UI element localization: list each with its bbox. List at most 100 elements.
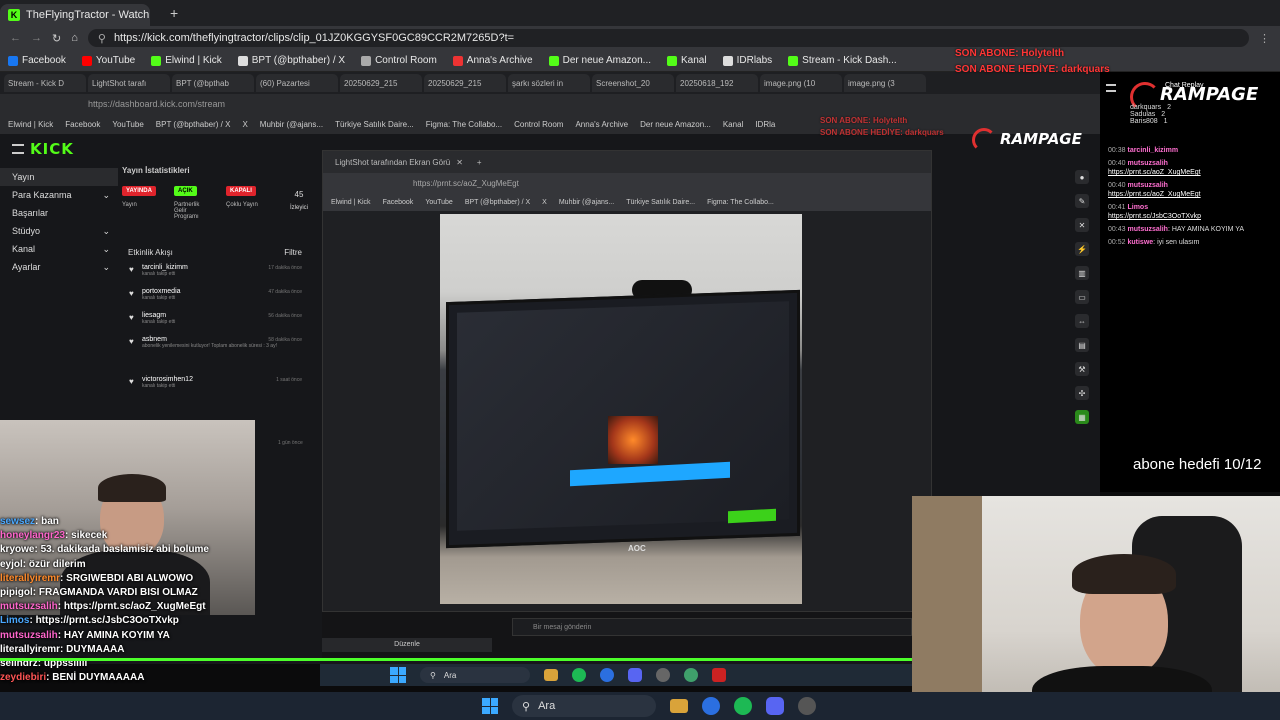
lightshot-bookmark-item[interactable]: BPT (@bpthaber) / X [465,199,530,206]
inner-bookmark-item[interactable]: Facebook [65,120,100,129]
inner-bookmark-item[interactable]: Elwind | Kick [8,120,53,129]
inner-bookmark-item[interactable]: Figma: The Collabo... [426,120,502,129]
lightshot-bookmark-item[interactable]: Muhbir (@ajans... [559,199,614,206]
bookmark-item[interactable]: Stream - Kick Dash... [788,55,897,66]
sidebar-item-başarılar[interactable]: Başarılar [0,204,118,222]
lightshot-tab[interactable]: LightShot tarafından Ekran Görü ✕ + [323,151,931,173]
site-info-icon[interactable]: ⚲ [98,32,106,45]
chat-link[interactable]: https://prnt.sc/JsbC3OoTXvkp [1108,213,1201,220]
inner-bookmark-item[interactable]: IDRla [755,120,775,129]
chat-menu-icon[interactable] [1106,84,1116,92]
chat-input[interactable]: Bir mesaj gönderin [512,618,912,636]
browser-tab-active[interactable]: K TheFlyingTractor - Watch clips o ✕ [0,4,150,26]
back-icon[interactable]: ← [10,32,21,44]
layout-icon[interactable]: ▤ [1075,338,1089,352]
settings-icon[interactable] [656,668,670,682]
inner-bookmark-item[interactable]: Türkiye Satılık Daire... [335,120,414,129]
inner-browser-tab[interactable]: şarkı sözleri in [508,74,590,92]
close-tab-icon[interactable]: ✕ [456,158,463,167]
chat-username[interactable]: tarcinli_kizimm [1127,147,1178,154]
sidebar-item-yayın[interactable]: Yayın [0,168,118,186]
chat-icon[interactable]: ▭ [1075,290,1089,304]
bookmark-item[interactable]: Facebook [8,55,66,66]
bookmark-item[interactable]: BPT (@bpthaber) / X [237,55,345,66]
inner-bookmark-item[interactable]: BPT (@bpthaber) / X [156,120,231,129]
sidebar-item-kanal[interactable]: Kanal ⌄ [0,240,118,258]
menu-icon[interactable] [12,144,24,154]
bookmark-item[interactable]: YouTube [81,55,135,66]
forward-icon[interactable]: → [31,32,42,44]
url-field[interactable]: ⚲ https://kick.com/theflyingtractor/clip… [87,29,1249,47]
discord-icon[interactable] [628,668,642,682]
wrench-icon[interactable]: ⚒ [1075,362,1089,376]
info-icon[interactable]: ● [1075,170,1089,184]
lightshot-bookmark-item[interactable]: YouTube [425,199,453,206]
file-explorer-icon[interactable] [670,699,688,713]
split-icon[interactable]: ⇔ [1075,314,1089,328]
chat-username[interactable]: kutiswe [1127,239,1153,246]
inner-bookmark-item[interactable]: YouTube [112,120,143,129]
chat-link[interactable]: https://prnt.sc/aoZ_XugMeEgt [1108,169,1201,176]
edit-icon[interactable]: ✎ [1075,194,1089,208]
inner-taskbar-search[interactable]: ⚲ Ara [420,667,530,683]
chat-username[interactable]: mutsuzsalih [1127,160,1167,167]
chat-username[interactable]: mutsuzsalih [1127,226,1167,233]
bookmark-item[interactable]: Anna's Archive [452,55,533,66]
inner-browser-tab[interactable]: Stream - Kick D [4,74,86,92]
bolt-icon[interactable]: ⚡ [1075,242,1089,256]
bookmark-item[interactable]: Kanal [667,55,707,66]
new-tab-button[interactable]: + [477,158,482,167]
spotify-icon[interactable] [572,668,586,682]
sidebar-item-stüdyo[interactable]: Stüdyo ⌄ [0,222,118,240]
inner-browser-tab[interactable]: BPT (@bpthab [172,74,254,92]
home-icon[interactable]: ⌂ [71,32,78,44]
inner-bookmark-item[interactable]: Muhbir (@ajans... [260,120,323,129]
app-icon[interactable] [684,668,698,682]
record-icon[interactable] [712,668,726,682]
inner-bookmark-item[interactable]: X [242,120,247,129]
sidebar-item-para-kazanma[interactable]: Para Kazanma ⌄ [0,186,118,204]
edit-button[interactable]: Düzenle [322,638,492,652]
file-explorer-icon[interactable] [544,669,558,681]
chat-username[interactable]: Limos [1127,204,1148,211]
lightshot-bookmark-item[interactable]: Elwind | Kick [331,199,371,206]
inner-browser-tab[interactable]: Screenshot_20 [592,74,674,92]
bookmark-item[interactable]: IDRlabs [722,55,772,66]
inner-browser-tab[interactable]: image.png (10 [760,74,842,92]
inner-bookmark-item[interactable]: Control Room [514,120,563,129]
inner-browser-tab[interactable]: LightShot tarafı [88,74,170,92]
reload-icon[interactable]: ↻ [52,32,61,45]
feed-filter-button[interactable]: Filtre [284,248,302,257]
windows-start-icon[interactable] [390,667,406,683]
close-icon[interactable]: ✕ [1075,218,1089,232]
settings-icon[interactable] [798,697,816,715]
inner-browser-tab[interactable]: 20250629_215 [340,74,422,92]
bookmark-item[interactable]: Elwind | Kick [151,55,222,66]
inner-bookmark-item[interactable]: Anna's Archive [575,120,628,129]
trash-icon[interactable]: ▥ [1075,266,1089,280]
puzzle-icon[interactable]: ✣ [1075,386,1089,400]
chrome-icon[interactable] [702,697,720,715]
discord-icon[interactable] [766,697,784,715]
inner-browser-tab[interactable]: 20250629_215 [424,74,506,92]
bookmark-item[interactable]: Der neue Amazon... [548,55,651,66]
lightshot-bookmark-item[interactable]: Türkiye Satılık Daire... [626,199,695,206]
spotify-icon[interactable] [734,697,752,715]
inner-browser-tab[interactable]: 20250618_192 [676,74,758,92]
lightshot-bookmark-item[interactable]: Facebook [383,199,414,206]
sidebar-item-ayarlar[interactable]: Ayarlar ⌄ [0,258,118,276]
inner-browser-tab[interactable]: (60) Pazartesi [256,74,338,92]
extensions-icon[interactable]: ⋮ [1259,32,1270,45]
chat-link[interactable]: https://prnt.sc/aoZ_XugMeEgt [1108,191,1201,198]
lightshot-bookmark-item[interactable]: X [542,199,547,206]
new-tab-button[interactable]: + [170,5,178,21]
windows-start-icon[interactable] [482,698,498,714]
lightshot-bookmark-item[interactable]: Figma: The Collabo... [707,199,774,206]
chrome-icon[interactable] [600,668,614,682]
bookmark-item[interactable]: Control Room [361,55,437,66]
taskbar-search[interactable]: ⚲ Ara [512,695,656,717]
inner-bookmark-item[interactable]: Der neue Amazon... [640,120,711,129]
inner-browser-tab[interactable]: image.png (3 [844,74,926,92]
chat-username[interactable]: mutsuzsalih [1127,182,1167,189]
inner-bookmark-item[interactable]: Kanal [723,120,743,129]
